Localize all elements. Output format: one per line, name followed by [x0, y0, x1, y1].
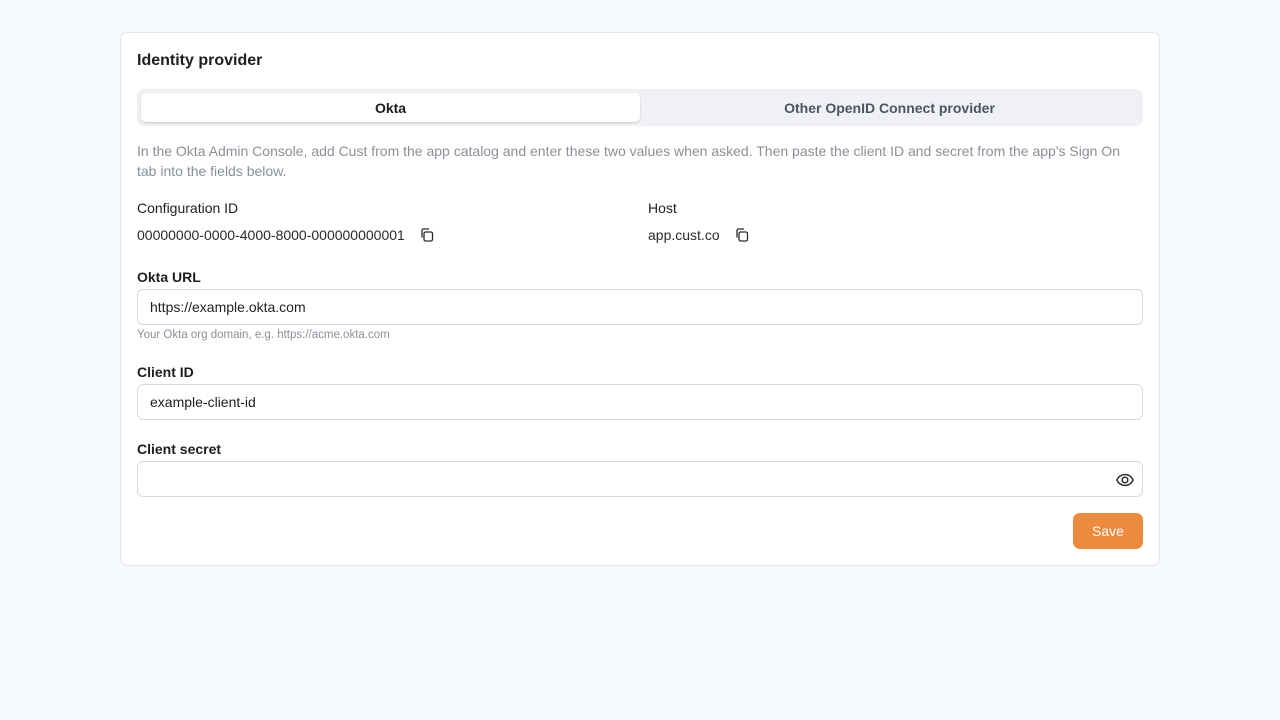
client-secret-label: Client secret [137, 441, 222, 457]
host-value: app.cust.co [648, 227, 720, 243]
tab-okta[interactable]: Okta [141, 93, 640, 122]
okta-url-label: Okta URL [137, 269, 201, 285]
eye-icon[interactable] [1115, 470, 1135, 490]
tab-other-openid-connect-provider[interactable]: Other OpenID Connect provider [640, 93, 1139, 122]
client-id-input[interactable] [137, 384, 1143, 420]
host-row: app.cust.co [648, 226, 750, 244]
copy-icon[interactable] [734, 227, 750, 243]
configuration-id-label: Configuration ID [137, 200, 239, 216]
host-label: Host [648, 200, 677, 216]
save-button[interactable]: Save [1073, 513, 1143, 549]
provider-tabs: Okta Other OpenID Connect provider [137, 89, 1143, 126]
client-id-label: Client ID [137, 364, 194, 380]
configuration-id-row: 00000000-0000-4000-8000-000000000001 [137, 226, 435, 244]
copy-icon[interactable] [419, 227, 435, 243]
configuration-id-value: 00000000-0000-4000-8000-000000000001 [137, 227, 405, 243]
okta-url-input[interactable] [137, 289, 1143, 325]
client-secret-input[interactable] [137, 461, 1143, 497]
help-text: In the Okta Admin Console, add Cust from… [137, 143, 1120, 179]
okta-url-hint: Your Okta org domain, e.g. https://acme.… [137, 329, 390, 341]
identity-provider-card: Identity provider Okta Other OpenID Conn… [120, 32, 1160, 566]
card-title: Identity provider [137, 52, 263, 69]
